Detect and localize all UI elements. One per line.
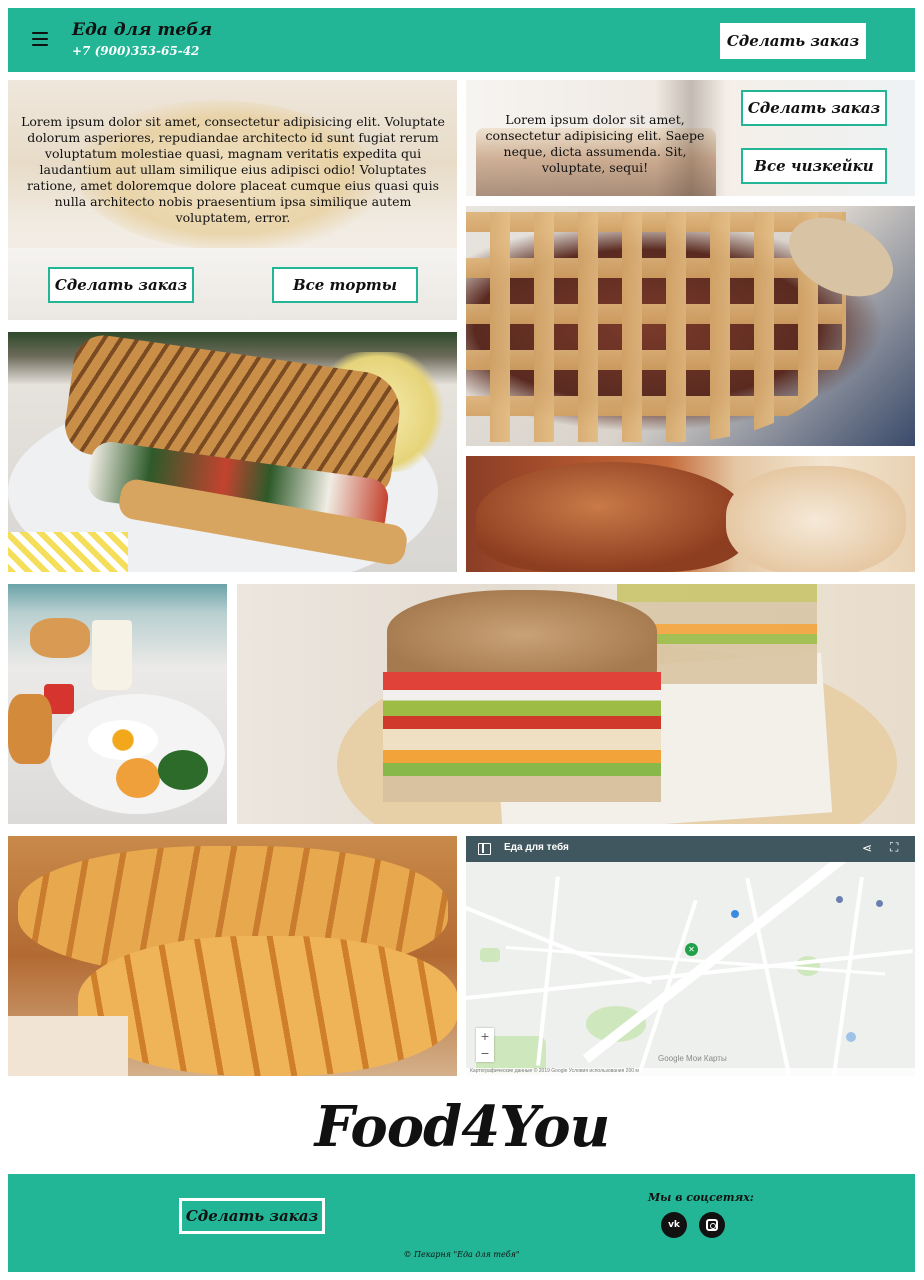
lattice-pie-image: [466, 206, 915, 446]
breakfast-image: [8, 584, 227, 824]
share-icon[interactable]: ⋖: [862, 841, 872, 855]
napkin: [8, 532, 128, 572]
fried-egg: [88, 720, 158, 760]
club-sandwich-image: [237, 584, 915, 824]
main-road: [582, 836, 873, 1063]
map-attribution[interactable]: Картографические данные © 2019 Google Ус…: [466, 1068, 915, 1076]
phone-number[interactable]: +7 (900)353-65-42: [72, 44, 199, 58]
hamburger-menu-icon[interactable]: [32, 32, 48, 46]
road: [536, 876, 560, 1066]
spinach: [158, 750, 208, 790]
map-title: Еда для тебя: [504, 842, 569, 853]
cheesecakes-tile: Lorem ipsum dolor sit amet, consectetur …: [466, 80, 915, 196]
cheesecakes-description: Lorem ipsum dolor sit amet, consectetur …: [485, 112, 705, 175]
park-area: [480, 948, 500, 962]
buns: [30, 618, 90, 658]
zoom-out-button[interactable]: −: [476, 1045, 494, 1062]
footer-order-button[interactable]: Сделать заказ: [179, 1198, 325, 1234]
cakes-tile: Lorem ipsum dolor sit amet, consectetur …: [8, 80, 457, 320]
water-area: [846, 1032, 856, 1042]
social-label: Мы в соцсетях:: [648, 1191, 754, 1204]
all-cakes-button[interactable]: Все торты: [272, 267, 418, 303]
all-cheesecakes-button[interactable]: Все чизкейки: [741, 148, 887, 184]
site-header: Еда для тебя +7 (900)353-65-42 Сделать з…: [8, 8, 915, 72]
zoom-control: + −: [476, 1028, 494, 1062]
milk-glass: [92, 620, 132, 690]
zoom-in-button[interactable]: +: [476, 1028, 494, 1045]
fullscreen-icon[interactable]: ⛶: [890, 840, 898, 855]
croissant-front: [78, 936, 457, 1076]
road: [638, 899, 698, 1073]
cakes-description: Lorem ipsum dolor sit amet, consectetur …: [21, 114, 445, 225]
sandwich-top-bread: [387, 590, 657, 680]
croissant: [8, 694, 52, 764]
site-logo: Food4You: [314, 1094, 611, 1160]
panini-image: [8, 332, 457, 572]
sandwich-layers: [383, 672, 661, 802]
restaurant-pin-icon[interactable]: ✕: [685, 943, 698, 956]
toast: [116, 758, 160, 798]
google-my-maps-logo: Google Мои Карты: [658, 1054, 727, 1063]
brand-title: Еда для тебя: [72, 20, 213, 40]
google-map[interactable]: ✕ Еда для тебя ⋖ ⛶ + − Google Мои Карты …: [466, 836, 915, 1076]
place-pin-icon[interactable]: [876, 900, 883, 907]
place-pin-icon[interactable]: [836, 896, 843, 903]
cakes-order-button[interactable]: Сделать заказ: [48, 267, 194, 303]
bread-slice: [726, 466, 906, 572]
napkin: [8, 1016, 128, 1076]
vk-icon[interactable]: vk: [661, 1212, 687, 1238]
copyright: © Пекарня "Еда для тебя": [403, 1250, 520, 1259]
site-footer: Сделать заказ Мы в соцсетях: vk © Пекарн…: [8, 1174, 915, 1272]
bread-loaves-image: [466, 456, 915, 572]
road: [832, 876, 864, 1076]
place-pin-icon[interactable]: [731, 910, 739, 918]
loaf: [476, 462, 746, 572]
cheesecakes-order-button[interactable]: Сделать заказ: [741, 90, 887, 126]
road: [466, 906, 653, 985]
header-order-button[interactable]: Сделать заказ: [720, 23, 866, 59]
sidebar-toggle-icon[interactable]: [478, 843, 491, 855]
instagram-icon[interactable]: [699, 1212, 725, 1238]
croissants-image: [8, 836, 457, 1076]
